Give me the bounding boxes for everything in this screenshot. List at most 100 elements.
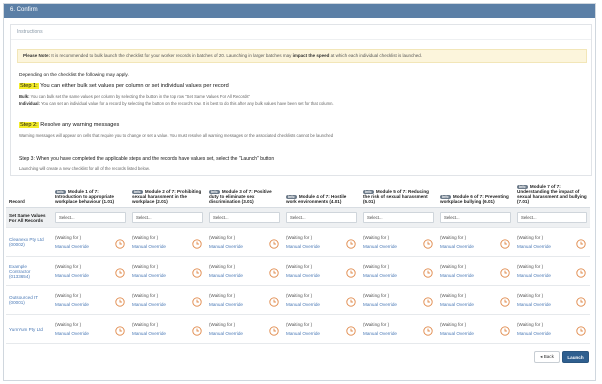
waiting-status: (Waiting for )	[440, 322, 467, 327]
set-same-values-label: Set Same Values For All Records	[6, 207, 52, 228]
instructions-intro: Depending on the checklist the following…	[19, 73, 129, 78]
module-1-header: Info Module 1 of 7: Introduction to appr…	[52, 182, 129, 208]
waiting-status: (Waiting for )	[286, 235, 313, 240]
module-cell: (Waiting for ) Manual Override	[363, 322, 434, 336]
module-cell: (Waiting for ) Manual Override	[286, 235, 357, 249]
waiting-status: (Waiting for )	[55, 235, 82, 240]
waiting-status: (Waiting for )	[55, 264, 82, 269]
clock-icon[interactable]	[192, 326, 202, 336]
launch-button[interactable]: Launch	[562, 351, 589, 363]
step2-heading: Step 2: Resolve any warning messages	[19, 122, 119, 128]
record-link[interactable]: Example Contractor (0133654)	[9, 264, 30, 279]
step1-text: You can either bulk set values per colum…	[38, 83, 229, 89]
clock-icon[interactable]	[346, 268, 356, 278]
clock-icon[interactable]	[500, 268, 510, 278]
table-row: Example Contractor (0133654) (Waiting for…	[6, 256, 590, 286]
record-link[interactable]: Outsourced IT (00001)	[9, 295, 38, 305]
clock-icon[interactable]	[115, 268, 125, 278]
clock-icon[interactable]	[269, 268, 279, 278]
module-4-header: Info Module 4 of 7: Hostile work environ…	[283, 182, 360, 208]
clock-icon[interactable]	[500, 326, 510, 336]
module-cell: (Waiting for ) Manual Override	[363, 235, 434, 249]
waiting-status: (Waiting for )	[132, 293, 159, 298]
waiting-status: (Waiting for )	[286, 322, 313, 327]
records-table: Record Info Module 1 of 7: Introduction …	[6, 182, 590, 344]
record-link[interactable]: YumYum Pty Ltd	[9, 327, 43, 332]
clock-icon[interactable]	[115, 297, 125, 307]
waiting-status: (Waiting for )	[517, 235, 544, 240]
step2-label: Step 2:	[19, 122, 39, 128]
clock-icon[interactable]	[423, 297, 433, 307]
waiting-status: (Waiting for )	[209, 235, 236, 240]
module-6-header: Info Module 6 of 7: Preventing workplace…	[437, 182, 514, 208]
bulk-select-module-6[interactable]: Select...	[440, 212, 511, 223]
table-row: YumYum Pty Ltd (Waiting for ) Manual Overr…	[6, 314, 590, 344]
module-cell: (Waiting for ) Manual Override	[55, 264, 126, 278]
clock-icon[interactable]	[346, 326, 356, 336]
waiting-status: (Waiting for )	[55, 322, 82, 327]
clock-icon[interactable]	[576, 239, 586, 249]
clock-icon[interactable]	[192, 297, 202, 307]
bulk-select-module-1[interactable]: Select...	[55, 212, 126, 223]
clock-icon[interactable]	[115, 326, 125, 336]
module-cell: (Waiting for ) Manual Override	[209, 293, 280, 307]
clock-icon[interactable]	[192, 239, 202, 249]
page-title: 6. Confirm	[4, 4, 595, 18]
module-cell: (Waiting for ) Manual Override	[440, 235, 511, 249]
bulk-select-module-3[interactable]: Select...	[209, 212, 280, 223]
clock-icon[interactable]	[269, 297, 279, 307]
step2-text: Resolve any warning messages	[38, 122, 120, 128]
step3-heading: Step 3: When you have completed the appl…	[19, 156, 275, 162]
clock-icon[interactable]	[346, 297, 356, 307]
clock-icon[interactable]	[269, 326, 279, 336]
module-cell: (Waiting for ) Manual Override	[55, 293, 126, 307]
module-cell: (Waiting for ) Manual Override	[209, 235, 280, 249]
bulk-select-module-2[interactable]: Select...	[132, 212, 203, 223]
bulk-label: Bulk:	[19, 94, 30, 99]
waiting-status: (Waiting for )	[517, 322, 544, 327]
module-2-header: Info Module 2 of 7: Prohibiting sexual h…	[129, 182, 206, 208]
waiting-status: (Waiting for )	[132, 264, 159, 269]
clock-icon[interactable]	[500, 239, 510, 249]
bulk-select-module-7[interactable]: Select...	[517, 212, 587, 223]
step3-description: Launching will create a new checklist fo…	[19, 166, 150, 171]
clock-icon[interactable]	[423, 326, 433, 336]
module-cell: (Waiting for ) Manual Override	[440, 322, 511, 336]
clock-icon[interactable]	[576, 297, 586, 307]
record-link[interactable]: Cleanexx Pty Ltd (00002)	[9, 237, 44, 247]
clock-icon[interactable]	[192, 268, 202, 278]
waiting-status: (Waiting for )	[286, 264, 313, 269]
bulk-select-module-4[interactable]: Select...	[286, 212, 357, 223]
note-bold: impact the speed	[292, 53, 330, 58]
note-label: Please Note:	[23, 53, 51, 58]
module-cell: (Waiting for ) Manual Override	[517, 235, 587, 249]
waiting-status: (Waiting for )	[209, 322, 236, 327]
bulk-instruction: Bulk: You can bulk set the same values p…	[19, 94, 250, 99]
instructions-box: Instructions Please Note: It is recommen…	[10, 24, 592, 176]
clock-icon[interactable]	[115, 239, 125, 249]
module-3-header: Info Module 3 of 7: Positive duty to eli…	[206, 182, 283, 208]
instructions-title: Instructions	[11, 25, 591, 40]
back-button[interactable]: ◂ Back	[534, 351, 560, 363]
clock-icon[interactable]	[269, 239, 279, 249]
table-header-row: Record Info Module 1 of 7: Introduction …	[6, 182, 590, 208]
clock-icon[interactable]	[423, 268, 433, 278]
module-cell: (Waiting for ) Manual Override	[363, 264, 434, 278]
clock-icon[interactable]	[576, 326, 586, 336]
waiting-status: (Waiting for )	[440, 293, 467, 298]
individual-instruction: Individual: You can set an individual va…	[19, 101, 334, 106]
clock-icon[interactable]	[500, 297, 510, 307]
module-cell: (Waiting for ) Manual Override	[286, 322, 357, 336]
module-cell: (Waiting for ) Manual Override	[440, 264, 511, 278]
bulk-select-module-5[interactable]: Select...	[363, 212, 434, 223]
module-5-header: Info Module 5 of 7: Reducing the risk of…	[360, 182, 437, 208]
clock-icon[interactable]	[576, 268, 586, 278]
waiting-status: (Waiting for )	[363, 293, 390, 298]
table-row: Cleanexx Pty Ltd (00002) (Waiting for ) Ma…	[6, 227, 590, 257]
waiting-status: (Waiting for )	[132, 235, 159, 240]
clock-icon[interactable]	[346, 239, 356, 249]
module-cell: (Waiting for ) Manual Override	[440, 293, 511, 307]
clock-icon[interactable]	[423, 239, 433, 249]
module-7-header: Info Module 7 of 7: Understanding the im…	[514, 182, 590, 208]
batch-note: Please Note: It is recommended to bulk l…	[17, 49, 587, 63]
